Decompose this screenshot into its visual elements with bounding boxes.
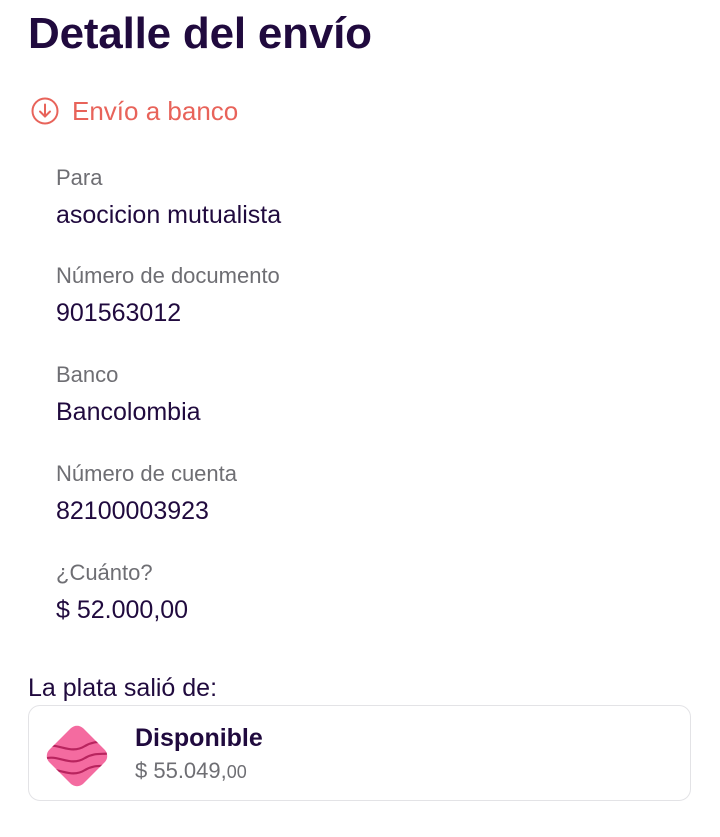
field-label: Para xyxy=(56,165,103,190)
field-label: ¿Cuánto? xyxy=(56,560,153,585)
field-account-number: Número de cuenta 82100003923 xyxy=(56,460,237,527)
recipient-name: asocicion mutualista xyxy=(56,201,282,229)
transfer-type: Envío a banco xyxy=(30,94,238,128)
source-pocket-card[interactable]: Disponible $ 55.049,00 xyxy=(28,705,691,801)
transfer-type-label: Envío a banco xyxy=(72,96,239,126)
field-label: Número de cuenta xyxy=(56,461,237,486)
page-title: Detalle del envío xyxy=(28,9,372,58)
field-amount: ¿Cuánto? $ 52.000,00 xyxy=(56,559,188,626)
field-recipient: Para asocicion mutualista xyxy=(56,164,281,231)
arrow-down-circle-icon xyxy=(31,97,59,125)
account-number: 82100003923 xyxy=(56,497,209,525)
document-number: 901563012 xyxy=(56,299,182,327)
pink-wave-tile-icon xyxy=(43,725,111,787)
transfer-amount: $ 52.000,00 xyxy=(56,596,189,624)
bank-name: Bancolombia xyxy=(56,398,201,426)
pocket-balance-cents: 00 xyxy=(226,762,247,782)
pocket-name: Disponible xyxy=(135,724,263,752)
field-label: Número de documento xyxy=(56,263,280,288)
field-label: Banco xyxy=(56,362,119,387)
pocket-balance-main: $ 55.049, xyxy=(135,758,227,783)
field-document-number: Número de documento 901563012 xyxy=(56,262,280,329)
field-bank: Banco Bancolombia xyxy=(56,361,201,428)
pocket-balance: $ 55.049,00 xyxy=(135,757,247,786)
source-heading: La plata salió de: xyxy=(28,674,218,702)
